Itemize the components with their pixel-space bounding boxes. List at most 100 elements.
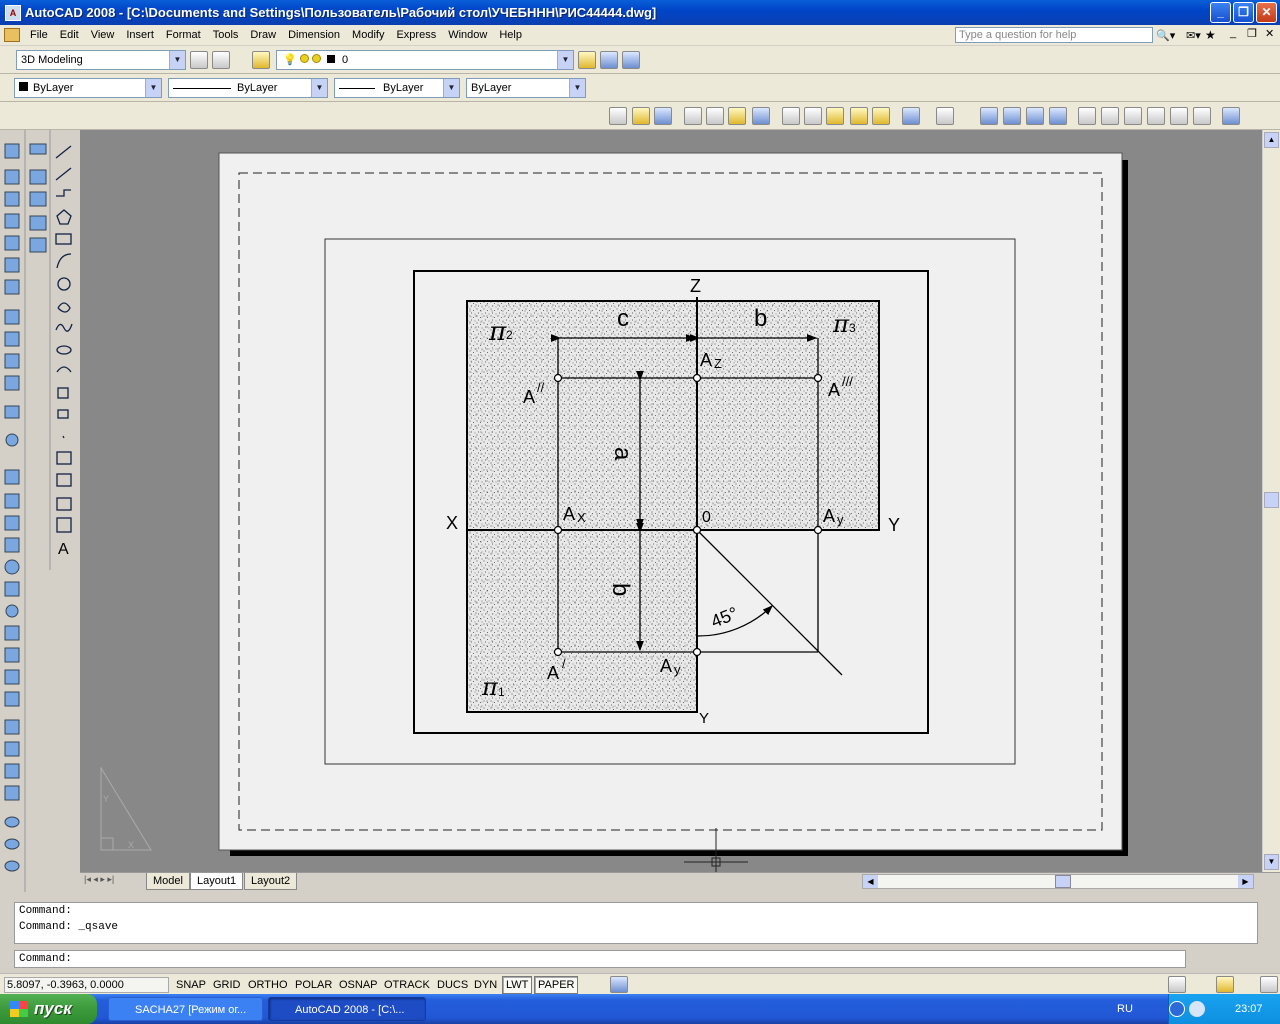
task-autocad[interactable]: AutoCAD 2008 - [C:\... [268,997,426,1021]
open-file-icon[interactable] [632,107,650,125]
workspace-settings-icon[interactable] [190,51,208,69]
menu-file[interactable]: File [24,25,54,45]
3d-dwf-icon[interactable] [752,107,770,125]
osnap-toggle[interactable]: OSNAP [335,976,382,994]
workspace-save-icon[interactable] [212,51,230,69]
clean-screen-icon[interactable] [1260,976,1278,993]
communication-icon[interactable]: ✉▾ [1186,29,1201,42]
menu-express[interactable]: Express [390,25,442,45]
tab-model[interactable]: Model [146,873,190,890]
paper-toggle[interactable]: PAPER [534,976,579,994]
layer-select[interactable]: 💡 0 ▼ [276,50,574,70]
history-line: Command: [19,905,72,917]
print-icon[interactable] [684,107,702,125]
coordinates-display: 5.8097, -0.3963, 0.0000 [4,977,169,993]
layer-previous-icon[interactable] [600,51,618,69]
match-properties-icon[interactable] [850,107,868,125]
restore-button[interactable]: ❐ [1233,2,1254,23]
command-input[interactable]: Command: [14,950,1186,968]
menu-edit[interactable]: Edit [54,25,85,45]
menu-dimension[interactable]: Dimension [282,25,346,45]
lwt-toggle[interactable]: LWT [502,976,533,994]
pan-icon[interactable] [980,107,998,125]
label-z: Z [690,276,701,296]
language-indicator[interactable]: RU [1117,994,1133,1024]
cut-icon[interactable] [782,107,800,125]
design-center-icon[interactable] [1101,107,1119,125]
doc-close-button[interactable]: ✕ [1265,27,1274,40]
properties-icon[interactable] [1078,107,1096,125]
vertical-scrollbar[interactable]: ▲ ▼ [1262,130,1280,872]
help-icon[interactable] [1222,107,1240,125]
ducs-toggle[interactable]: DUCS [433,976,472,994]
ortho-toggle[interactable]: ORTHO [244,976,292,994]
annotation-scale-icon[interactable] [1168,976,1186,993]
drawing-canvas[interactable]: Z X Y Y π 2 π 3 π 1 c b a b A Z A // A /… [80,130,1262,872]
zoom-realtime-icon[interactable] [1003,107,1021,125]
tab-layout1[interactable]: Layout1 [190,873,244,890]
snap-toggle[interactable]: SNAP [172,976,210,994]
menu-insert[interactable]: Insert [120,25,160,45]
zoom-previous-icon[interactable] [1049,107,1067,125]
search-icon[interactable]: 🔍▾ [1156,29,1175,42]
zoom-window-icon[interactable] [1026,107,1044,125]
menu-window[interactable]: Window [442,25,493,45]
redo-icon[interactable] [936,107,954,125]
layer-states-icon[interactable] [622,51,640,69]
save-icon[interactable] [654,107,672,125]
calculator-icon[interactable] [1193,107,1211,125]
menu-help[interactable]: Help [493,25,528,45]
tray-app-icon[interactable] [1189,1001,1205,1017]
tab-nav-arrows[interactable]: |◂ ◂ ▸ ▸| [84,874,114,885]
undo-icon[interactable] [902,107,920,125]
color-select[interactable]: ByLayer ▼ [14,78,162,98]
minimize-button[interactable]: _ [1210,2,1231,23]
sheet-set-icon[interactable] [1147,107,1165,125]
markup-icon[interactable] [1170,107,1188,125]
hscroll-thumb [1055,875,1071,888]
publish-icon[interactable] [728,107,746,125]
block-editor-icon[interactable] [872,107,890,125]
dyn-toggle[interactable]: DYN [470,976,501,994]
doc-restore-button[interactable]: ❐ [1247,27,1257,40]
lineweight-select[interactable]: ByLayer ▼ [334,78,460,98]
otrack-toggle[interactable]: OTRACK [380,976,434,994]
doc-minimize-button[interactable]: _ [1230,27,1236,39]
tab-layout2[interactable]: Layout2 [244,873,298,890]
label-y-right: Y [888,515,900,535]
menu-format[interactable]: Format [160,25,207,45]
menu-draw[interactable]: Draw [244,25,282,45]
document-icon[interactable] [4,28,20,42]
tool-icons[interactable]: A [0,130,80,892]
task-word[interactable]: SACHA27 [Режим ог... [108,997,263,1021]
label-a1: A [547,663,559,683]
menu-tools[interactable]: Tools [207,25,245,45]
menu-modify[interactable]: Modify [346,25,390,45]
layer-properties-icon[interactable] [252,51,270,69]
maximize-viewport-icon[interactable] [610,976,628,993]
help-search-input[interactable]: Type a question for help [955,27,1153,43]
standard-toolbar [0,102,1280,130]
polar-toggle[interactable]: POLAR [291,976,336,994]
make-current-layer-icon[interactable] [578,51,596,69]
plot-preview-icon[interactable] [706,107,724,125]
grid-toggle[interactable]: GRID [209,976,245,994]
close-button[interactable]: ✕ [1256,2,1277,23]
new-file-icon[interactable] [609,107,627,125]
linetype-select[interactable]: ByLayer ▼ [168,78,328,98]
lock-icon[interactable] [1216,976,1234,993]
favorites-icon[interactable]: ★ [1205,28,1216,42]
drawing-area[interactable]: Z X Y Y π 2 π 3 π 1 c b a b A Z A // A /… [80,130,1262,872]
plotstyle-select[interactable]: ByLayer ▼ [466,78,586,98]
horizontal-scrollbar[interactable]: ◀ ▶ [862,874,1254,889]
menu-view[interactable]: View [85,25,121,45]
ucs-icon: YX [100,766,152,851]
paste-icon[interactable] [826,107,844,125]
label-ax: A [563,504,575,524]
autocad-icon[interactable]: A [5,4,21,21]
copy-icon[interactable] [804,107,822,125]
tray-arrow-icon[interactable] [1169,1001,1185,1017]
workspace-select[interactable]: 3D Modeling ▼ [16,50,186,70]
tool-palettes-icon[interactable] [1124,107,1142,125]
clock[interactable]: 23:07 [1235,994,1263,1024]
